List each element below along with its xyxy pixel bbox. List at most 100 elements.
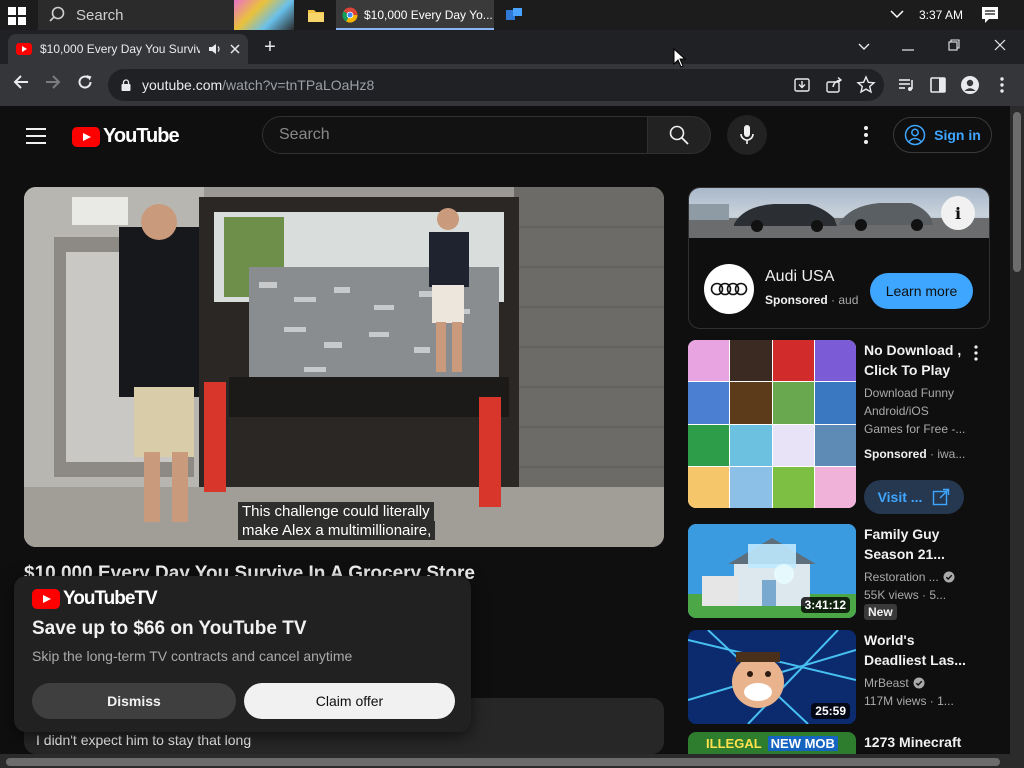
youtube-tv-logo-icon [32, 589, 60, 609]
menu-hamburger-icon[interactable] [26, 128, 46, 144]
video-caption: This challenge could literally make Alex… [238, 502, 448, 540]
chevron-down-icon[interactable] [886, 6, 908, 24]
related-video-meta: Restoration ... 55K views · 5... [864, 568, 974, 604]
notification-icon[interactable] [980, 5, 1002, 25]
thumbnail-text: ILLEGAL [706, 735, 762, 751]
chrome-taskbar-button[interactable]: $10,000 Every Day Yo... [336, 0, 494, 30]
audi-rings-logo-icon[interactable] [704, 264, 754, 314]
advertiser-name[interactable]: Audi USA [765, 268, 834, 286]
mouse-cursor-icon [673, 48, 687, 68]
install-app-icon[interactable] [792, 75, 812, 95]
voice-search-button[interactable] [727, 115, 767, 155]
lock-icon[interactable] [121, 79, 131, 91]
info-icon[interactable]: i [941, 196, 975, 230]
sign-in-label: Sign in [934, 127, 981, 143]
dismiss-button[interactable]: Dismiss [32, 683, 236, 719]
chrome-icon [342, 7, 358, 23]
new-tab-plus-icon[interactable]: + [258, 36, 282, 60]
back-arrow-icon[interactable] [8, 72, 34, 98]
chrome-task-label: $10,000 Every Day Yo... [364, 8, 493, 22]
video-duration: 3:41:12 [800, 597, 850, 613]
channel-name[interactable]: Restoration ... [864, 568, 939, 586]
tab-search-chevron-icon[interactable] [844, 34, 884, 58]
windows-start-icon[interactable] [8, 7, 26, 25]
game-tile [730, 340, 772, 382]
promo-description: Skip the long-term TV contracts and canc… [32, 648, 353, 664]
game-tile [688, 340, 730, 382]
youtube-search-button[interactable] [647, 116, 711, 154]
url-text[interactable]: youtube.com/watch?v=tnTPaLOaHz8 [142, 77, 374, 93]
url-path: /watch?v=tnTPaLOaHz8 [222, 77, 375, 93]
game-tile [772, 466, 814, 508]
learn-more-button[interactable]: Learn more [870, 273, 973, 309]
related-video-description: Download Funny Android/iOS Games for Fre… [864, 384, 974, 438]
related-video-title[interactable]: No Download , Click To Play [864, 340, 974, 380]
ad-domain: · iwa... [930, 447, 966, 461]
video-thumbnail[interactable]: ILLEGAL NEW MOB [688, 732, 856, 754]
app-icon [506, 8, 522, 20]
game-tile [688, 424, 730, 466]
description-text: I didn't expect him to stay that long [36, 732, 252, 748]
youtube-tv-logo-text: YouTubeTV [63, 588, 158, 609]
account-circle-icon [904, 124, 926, 146]
search-icon [669, 125, 689, 145]
forward-arrow-icon[interactable] [40, 72, 66, 98]
youtube-logo[interactable]: YouTube [72, 125, 180, 148]
video-thumbnail[interactable]: 25:59 [688, 630, 856, 724]
game-ad-thumbnail[interactable] [688, 340, 856, 508]
video-player[interactable] [24, 187, 664, 547]
channel-name[interactable]: MrBeast [864, 674, 909, 692]
speaker-icon[interactable] [208, 43, 222, 55]
game-tile [730, 466, 772, 508]
taskbar-clock[interactable]: 3:37 AM [914, 8, 968, 22]
horizontal-scrollbar-thumb[interactable] [6, 758, 1000, 766]
video-thumbnail[interactable]: 3:41:12 [688, 524, 856, 618]
taskbar-search-box[interactable]: Search [38, 0, 294, 30]
settings-more-icon[interactable] [856, 122, 876, 148]
video-duration: 25:59 [811, 703, 850, 719]
side-panel-icon[interactable] [928, 75, 948, 95]
search-icon [49, 6, 65, 22]
title-line: Family Guy [864, 526, 940, 542]
close-tab-icon[interactable] [230, 44, 240, 54]
tab-title: $10,000 Every Day You Survive In A Groce… [40, 42, 200, 56]
verified-check-icon [913, 677, 925, 689]
more-options-icon[interactable] [968, 344, 984, 362]
close-window-icon[interactable] [980, 34, 1020, 58]
reload-icon[interactable] [72, 72, 98, 98]
chrome-menu-icon[interactable] [992, 75, 1012, 95]
minimize-icon[interactable] [888, 34, 928, 58]
browser-tab-active[interactable]: $10,000 Every Day You Survive In A Groce… [8, 34, 248, 64]
youtube-search-input[interactable]: Search [262, 116, 648, 154]
title-line: World's [864, 632, 915, 648]
bookmark-star-icon[interactable] [856, 75, 876, 95]
game-tile [772, 424, 814, 466]
title-line: Deadliest Las... [864, 652, 966, 668]
related-video-title[interactable]: 1273 Minecraft [864, 732, 984, 752]
youtube-play-logo-icon [72, 126, 100, 147]
related-video-title[interactable]: Family Guy Season 21... [864, 524, 974, 564]
file-explorer-taskbar-button[interactable] [298, 0, 334, 30]
restore-icon[interactable] [934, 34, 974, 58]
game-tile [730, 424, 772, 466]
claim-offer-button[interactable]: Claim offer [244, 683, 455, 719]
share-icon[interactable] [824, 75, 844, 95]
folder-icon [308, 10, 324, 22]
meta-line: Download Funny [864, 386, 955, 400]
game-tile [688, 466, 730, 508]
vertical-scrollbar-thumb[interactable] [1013, 112, 1021, 272]
caption-line: This challenge could literally [238, 502, 434, 521]
profile-avatar-icon[interactable] [960, 75, 980, 95]
app-taskbar-button[interactable] [500, 0, 528, 30]
game-tile [688, 382, 730, 424]
visit-site-button[interactable]: Visit ... [864, 480, 964, 514]
video-stats: 117M views · 1... [864, 694, 954, 708]
youtube-favicon-icon [16, 43, 32, 55]
sign-in-button[interactable]: Sign in [893, 117, 992, 153]
related-video-title[interactable]: World's Deadliest Las... [864, 630, 974, 670]
media-queue-icon[interactable] [896, 75, 916, 95]
game-tile [814, 424, 856, 466]
open-external-icon [933, 488, 950, 506]
title-line: Season 21... [864, 546, 945, 562]
game-tile [814, 382, 856, 424]
